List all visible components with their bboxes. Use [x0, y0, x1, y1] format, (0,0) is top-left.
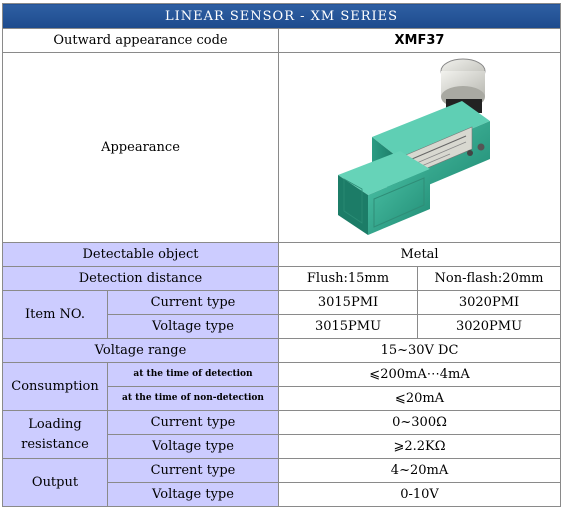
sensor-photo [277, 52, 562, 243]
code-label: Outward appearance code [2, 28, 279, 53]
output-label: Output [2, 458, 108, 507]
distance-nonflush: Non-flash:20mm [416, 266, 562, 291]
output-current-type-label: Current type [107, 458, 279, 483]
loading-current-type-label: Current type [107, 410, 279, 435]
distance-label: Detection distance [2, 266, 279, 291]
object-label: Detectable object [2, 242, 279, 267]
item-voltage-value-2: 3020PMU [416, 314, 562, 339]
code-value: XMF37 [277, 28, 562, 53]
spec-sheet: LINEAR SENSOR - XM SERIES Outward appear… [1, 3, 562, 507]
item-label: Item NO. [2, 290, 108, 339]
item-current-value-1: 3015PMI [278, 290, 418, 315]
consumption-detect-value: ⩽200mA⋯4mA [277, 362, 562, 387]
output-current-value: 4~20mA [277, 458, 562, 483]
object-value: Metal [277, 242, 562, 267]
voltage-range-label: Voltage range [2, 338, 279, 363]
item-current-value-2: 3020PMI [416, 290, 562, 315]
loading-current-value: 0~300Ω [277, 410, 562, 435]
consumption-nondetect-label: at the time of non-detection [107, 386, 279, 411]
item-current-type-label: Current type [107, 290, 279, 315]
consumption-nondetect-value: ⩽20mA [277, 386, 562, 411]
appearance-label: Appearance [2, 52, 279, 243]
spec-table: LINEAR SENSOR - XM SERIES Outward appear… [1, 3, 562, 507]
output-voltage-type-label: Voltage type [107, 482, 279, 507]
distance-flush: Flush:15mm [278, 266, 418, 291]
item-voltage-type-label: Voltage type [107, 314, 279, 339]
output-voltage-value: 0-10V [277, 482, 562, 507]
voltage-range-value: 15~30V DC [277, 338, 562, 363]
consumption-detect-label: at the time of detection [107, 362, 279, 387]
loading-voltage-type-label: Voltage type [107, 434, 279, 459]
consumption-label: Consumption [2, 362, 108, 411]
proximity-sensor-icon [337, 58, 490, 235]
loading-resistance-label: Loading resistance [2, 410, 108, 459]
table-title: LINEAR SENSOR - XM SERIES [1, 3, 562, 29]
loading-voltage-value: ⩾2.2KΩ [277, 434, 562, 459]
item-voltage-value-1: 3015PMU [278, 314, 418, 339]
